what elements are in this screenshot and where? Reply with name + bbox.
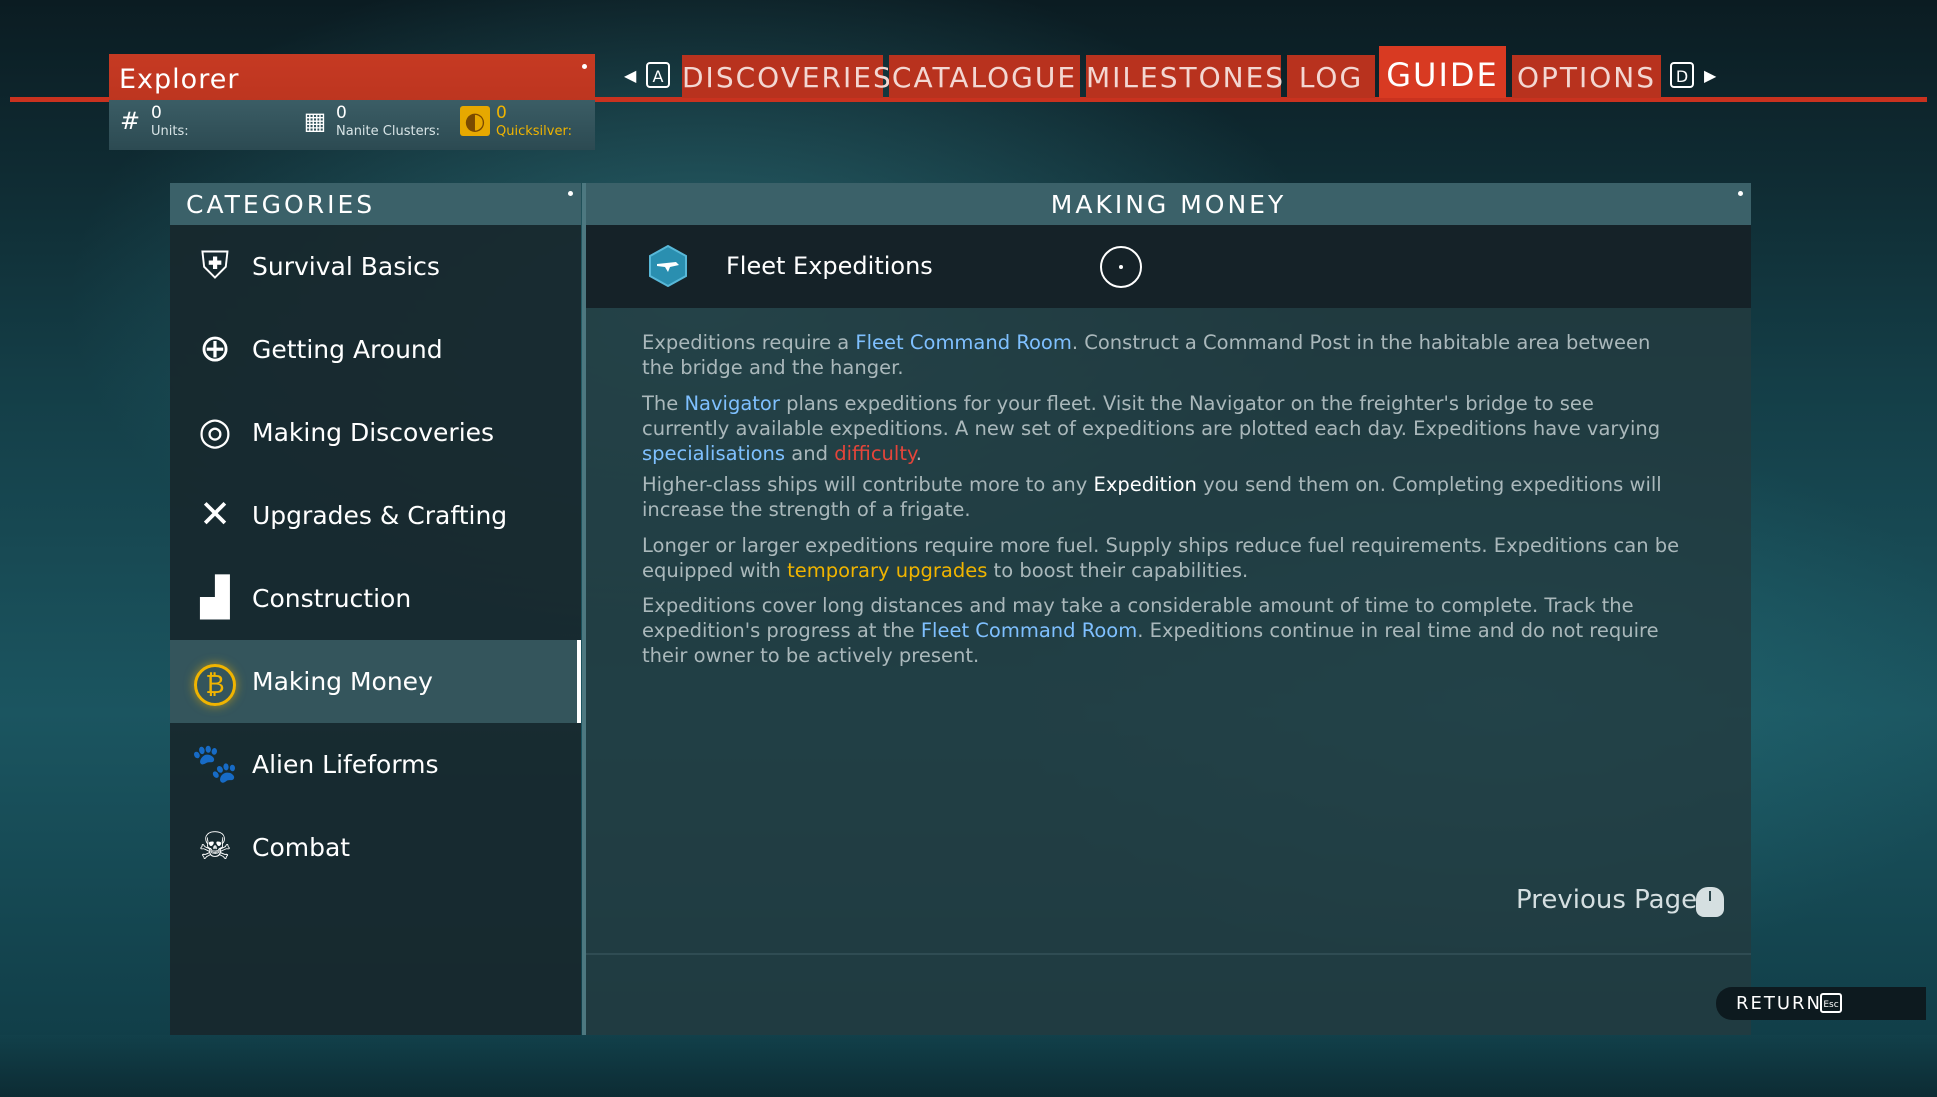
text: The bbox=[642, 392, 685, 415]
link-difficulty[interactable]: difficulty bbox=[834, 442, 916, 465]
currency-units: # 0 Units: bbox=[109, 100, 289, 150]
category-making-money[interactable]: ₿ Making Money bbox=[170, 640, 581, 723]
paragraph-1: Expeditions require a Fleet Command Room… bbox=[642, 330, 1682, 380]
link-expedition[interactable]: Expedition bbox=[1094, 473, 1197, 496]
tab-log[interactable]: LOG bbox=[1287, 55, 1375, 98]
category-label: Getting Around bbox=[252, 335, 443, 364]
tab-milestones[interactable]: MILESTONES bbox=[1086, 55, 1283, 98]
category-label: Construction bbox=[252, 584, 412, 613]
nanite-label: Nanite Clusters: bbox=[336, 124, 441, 139]
guide-screen: Explorer # 0 Units: ▦ 0 Nanite Clusters:… bbox=[0, 0, 1937, 1097]
category-label: Survival Basics bbox=[252, 252, 440, 281]
esc-key-icon: Esc bbox=[1820, 993, 1842, 1013]
quicksilver-value: 0 bbox=[496, 103, 507, 123]
units-value: 0 bbox=[151, 103, 162, 123]
link-fleet-command-room[interactable]: Fleet Command Room bbox=[855, 331, 1071, 354]
text: to boost their capabilities. bbox=[987, 559, 1249, 582]
category-upgrades-crafting[interactable]: ✕ Upgrades & Crafting bbox=[170, 474, 581, 557]
categories-list: ⛨ Survival Basics ⊕ Getting Around ◎ Mak… bbox=[170, 225, 581, 1035]
panel-dot bbox=[568, 191, 573, 196]
category-getting-around[interactable]: ⊕ Getting Around bbox=[170, 308, 581, 391]
bottom-strip bbox=[0, 1035, 1937, 1097]
tools-icon: ✕ bbox=[199, 492, 231, 536]
categories-title: CATEGORIES bbox=[186, 190, 376, 219]
mouse-icon bbox=[1696, 887, 1724, 917]
tab-prev-key: A bbox=[646, 62, 670, 88]
track-target-icon[interactable] bbox=[1100, 246, 1142, 288]
category-label: Making Discoveries bbox=[252, 418, 495, 447]
explorer-title: Explorer bbox=[119, 64, 240, 95]
main-header: MAKING MONEY bbox=[586, 183, 1751, 225]
tab-next-arrow-icon[interactable]: ▶ bbox=[1704, 66, 1716, 85]
compass-icon: ⊕ bbox=[199, 326, 231, 370]
paragraph-5: Expeditions cover long distances and may… bbox=[642, 593, 1682, 668]
previous-page-button[interactable]: Previous Page bbox=[1516, 885, 1697, 915]
quicksilver-icon: ◐ bbox=[460, 106, 490, 136]
return-label: RETURN bbox=[1736, 993, 1823, 1014]
skull-icon: ☠ bbox=[197, 824, 233, 868]
coin-icon: ₿ bbox=[190, 655, 240, 706]
link-fleet-command-room[interactable]: Fleet Command Room bbox=[921, 619, 1137, 642]
main-body: Fleet Expeditions Expeditions require a … bbox=[586, 225, 1751, 1035]
units-label: Units: bbox=[151, 124, 189, 139]
category-making-discoveries[interactable]: ◎ Making Discoveries bbox=[170, 391, 581, 474]
currency-quicksilver: ◐ 0 Quicksilver: bbox=[454, 100, 594, 150]
survival-icon: ⛨ bbox=[200, 243, 230, 287]
text: Expeditions require a bbox=[642, 331, 856, 354]
categories-header: CATEGORIES bbox=[170, 183, 581, 225]
category-construction[interactable]: ▟ Construction bbox=[170, 557, 581, 640]
text: plans expeditions for your fleet. Visit … bbox=[642, 392, 1661, 440]
frigate-icon bbox=[649, 245, 687, 287]
entry-header: Fleet Expeditions bbox=[586, 225, 1751, 308]
tab-catalogue[interactable]: CATALOGUE bbox=[889, 55, 1080, 98]
quicksilver-label: Quicksilver: bbox=[496, 124, 572, 139]
category-label: Upgrades & Crafting bbox=[252, 501, 508, 530]
page-title: MAKING MONEY bbox=[1050, 190, 1287, 219]
text: . bbox=[915, 442, 922, 465]
category-survival-basics[interactable]: ⛨ Survival Basics bbox=[170, 225, 581, 308]
creature-icon: 🐾 bbox=[191, 741, 239, 785]
selection-bar bbox=[577, 640, 581, 723]
nanite-value: 0 bbox=[336, 103, 347, 123]
tab-guide[interactable]: GUIDE bbox=[1379, 46, 1506, 98]
spiral-icon: ◎ bbox=[198, 409, 232, 453]
text: and bbox=[785, 442, 835, 465]
construction-icon: ▟ bbox=[200, 575, 230, 619]
tab-discoveries[interactable]: DISCOVERIES bbox=[682, 55, 891, 98]
entry-title: Fleet Expeditions bbox=[726, 252, 933, 280]
panel-dot bbox=[582, 64, 587, 69]
tab-next-key: D bbox=[1670, 62, 1694, 88]
category-label: Making Money bbox=[252, 667, 433, 696]
paragraph-3: Higher-class ships will contribute more … bbox=[642, 472, 1682, 522]
link-specialisations[interactable]: specialisations bbox=[642, 442, 785, 465]
nanite-icon: ▦ bbox=[303, 107, 327, 135]
text: Higher-class ships will contribute more … bbox=[642, 473, 1094, 496]
tab-options[interactable]: OPTIONS bbox=[1512, 55, 1661, 98]
paragraph-4: Longer or larger expeditions require mor… bbox=[642, 533, 1682, 583]
currency-nanites: ▦ 0 Nanite Clusters: bbox=[294, 100, 474, 150]
paragraph-2: The Navigator plans expeditions for your… bbox=[642, 391, 1682, 466]
tab-prev-arrow-icon[interactable]: ◀ bbox=[624, 66, 636, 85]
return-button[interactable]: RETURN Esc bbox=[1716, 987, 1926, 1020]
divider bbox=[586, 953, 1751, 955]
category-label: Alien Lifeforms bbox=[252, 750, 439, 779]
panel-dot bbox=[1738, 191, 1743, 196]
currency-bar: # 0 Units: ▦ 0 Nanite Clusters: ◐ 0 Quic… bbox=[109, 100, 595, 150]
link-navigator[interactable]: Navigator bbox=[684, 392, 779, 415]
category-combat[interactable]: ☠ Combat bbox=[170, 806, 581, 889]
category-label: Combat bbox=[252, 833, 351, 862]
link-temporary-upgrades[interactable]: temporary upgrades bbox=[787, 559, 987, 582]
category-alien-lifeforms[interactable]: 🐾 Alien Lifeforms bbox=[170, 723, 581, 806]
units-icon: # bbox=[119, 107, 141, 135]
